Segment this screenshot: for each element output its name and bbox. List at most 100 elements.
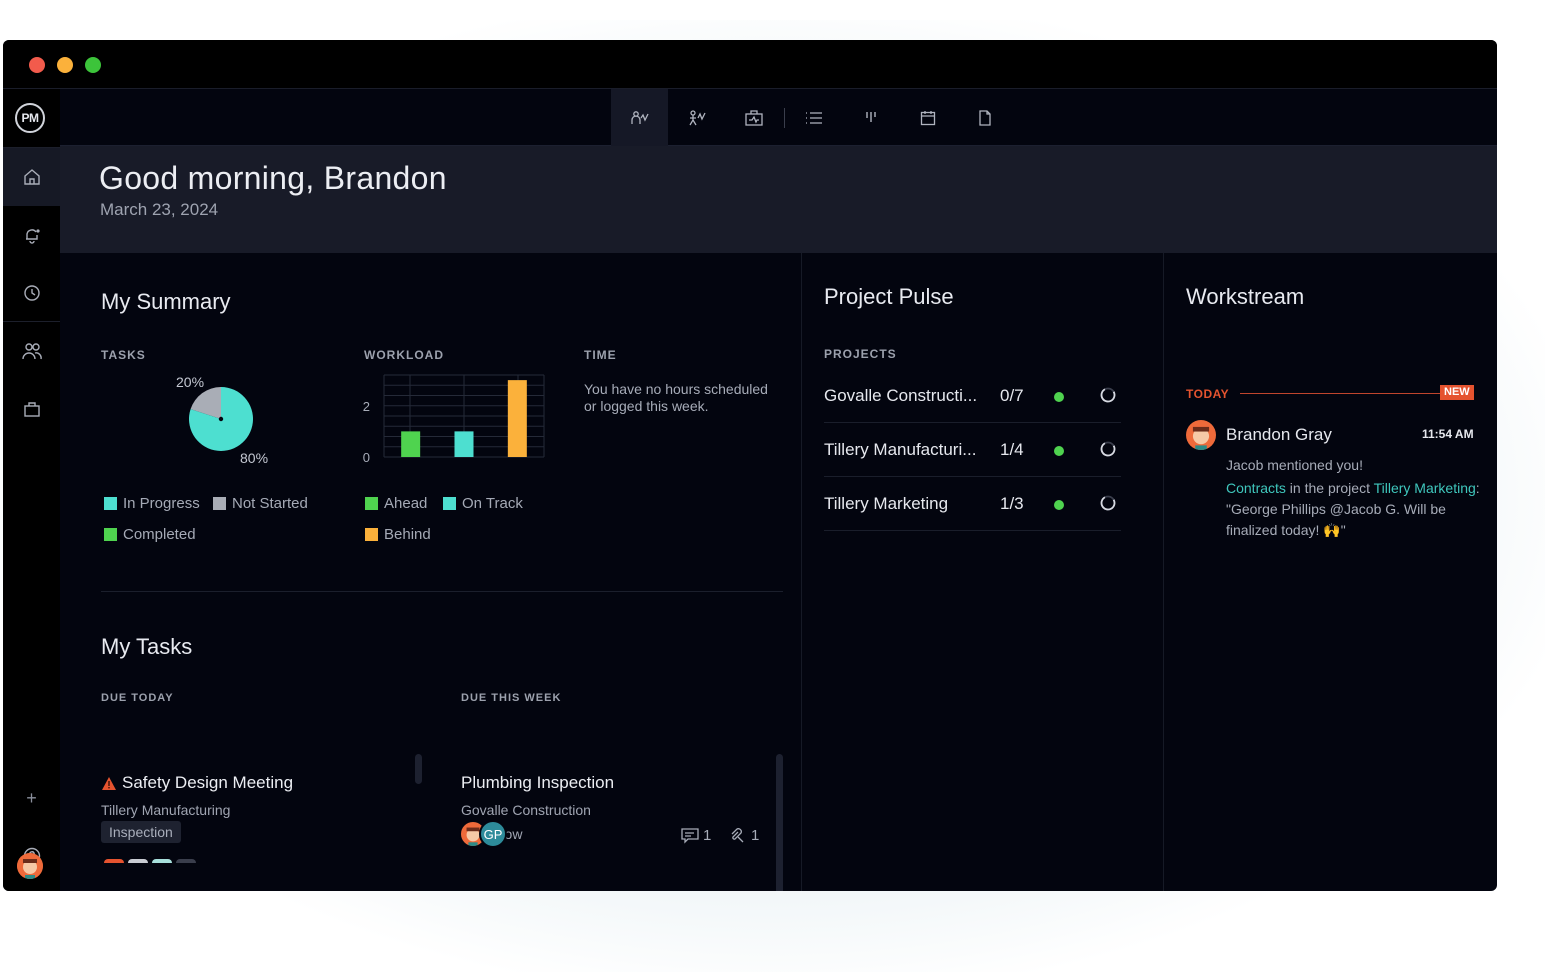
profile-avatar[interactable]	[17, 853, 43, 879]
time-label: TIME	[584, 348, 617, 362]
comment-count[interactable]: 1	[681, 827, 711, 844]
legend-in-progress: In Progress	[104, 495, 200, 512]
sidebar-item-time[interactable]	[3, 264, 60, 322]
project-status-dot	[1054, 446, 1064, 456]
project-link[interactable]: Tillery Marketing	[1374, 480, 1476, 496]
avatar-initials[interactable]: GP	[479, 820, 507, 848]
my-work-icon	[630, 110, 649, 124]
due-today-label: DUE TODAY	[101, 692, 174, 704]
legend-label: Not Started	[232, 495, 308, 512]
page-header: Good morning, Brandon March 23, 2024	[60, 146, 1497, 253]
toolbar-list-view[interactable]	[785, 89, 842, 146]
project-row[interactable]: Tillery Manufacturi... 1/4	[824, 423, 1121, 477]
toolbar-calendar[interactable]	[899, 89, 956, 146]
project-row[interactable]: Govalle Constructi... 0/7	[824, 369, 1121, 423]
attachment-count[interactable]: 1	[729, 827, 759, 844]
legend-completed: Completed	[104, 526, 196, 543]
author-name[interactable]: Brandon Gray	[1226, 425, 1332, 445]
close-window-button[interactable]	[29, 57, 45, 73]
task-tag[interactable]: Inspection	[101, 821, 181, 843]
today-label: TODAY	[1186, 387, 1230, 401]
sidebar-item-portfolio[interactable]	[3, 380, 60, 438]
workstream-title: Workstream	[1186, 284, 1305, 309]
task-plumbing-inspection[interactable]: Plumbing Inspection	[461, 773, 614, 793]
portfolio-dashboard-icon	[744, 109, 763, 126]
legend-label: Completed	[123, 526, 196, 543]
project-status-dot	[1054, 500, 1064, 510]
attachment-count-value: 1	[751, 827, 760, 844]
projects-label: PROJECTS	[824, 347, 897, 361]
entry-headline: Jacob mentioned you!	[1226, 457, 1363, 473]
minimize-window-button[interactable]	[57, 57, 73, 73]
view-toolbar	[60, 88, 1497, 146]
workload-bar-chart: 02	[363, 374, 545, 465]
legend-label: Ahead	[384, 495, 428, 512]
y-tick-label: 2	[363, 399, 370, 414]
bell-icon	[25, 229, 40, 244]
workload-label: WORKLOAD	[364, 348, 444, 362]
toolbar-document[interactable]	[956, 89, 1013, 146]
assignee-avatars-partial	[104, 859, 196, 863]
due-week-scrollbar[interactable]	[776, 754, 783, 891]
project-progress-ring	[1100, 441, 1116, 457]
y-tick-label: 0	[363, 450, 370, 465]
app-window: PM + Good morning, Brandon March 23, 202…	[3, 40, 1497, 891]
comment-icon	[681, 827, 699, 844]
sidebar-item-home[interactable]	[3, 148, 60, 206]
tasks-pie-chart	[189, 387, 253, 451]
pie-label-not-started: 20%	[176, 374, 205, 390]
greeting-title: Good morning, Brandon	[99, 160, 447, 196]
legend-on-track: On Track	[443, 495, 523, 512]
maximize-window-button[interactable]	[85, 57, 101, 73]
project-progress-ring	[1100, 495, 1116, 511]
toolbar-my-work[interactable]	[611, 89, 668, 146]
task-assignees: GP	[459, 820, 507, 848]
task-safety-design-meeting[interactable]: Safety Design Meeting	[101, 773, 293, 793]
sidebar-item-team[interactable]	[3, 322, 60, 380]
list-view-icon	[805, 111, 822, 124]
legend-swatch	[365, 528, 378, 541]
tasks-label: TASKS	[101, 348, 146, 362]
legend-label: Behind	[384, 526, 431, 543]
project-task-count: 0/7	[1000, 386, 1024, 405]
legend-ahead: Ahead	[365, 495, 427, 512]
today-divider	[1240, 393, 1440, 394]
pie-label-in-progress: 80%	[240, 450, 269, 466]
board-view-icon	[865, 111, 876, 122]
sidebar-item-notifications[interactable]	[3, 206, 60, 264]
plus-icon: +	[26, 787, 37, 808]
legend-behind: Behind	[365, 526, 431, 543]
title-bar	[3, 40, 1497, 88]
legend-swatch	[104, 497, 117, 510]
project-pulse-panel: Project Pulse PROJECTS Govalle Construct…	[801, 253, 1163, 891]
legend-swatch	[443, 497, 456, 510]
due-today-scrollbar[interactable]	[415, 754, 422, 784]
avatar	[176, 859, 196, 863]
project-name: Tillery Marketing	[824, 494, 949, 513]
toolbar-board-view[interactable]	[842, 89, 899, 146]
section-divider	[101, 591, 783, 592]
my-summary-panel: My Summary TASKS 20% 80% In Progress Not…	[60, 253, 801, 891]
project-status-dot	[1054, 392, 1064, 402]
task-title: Safety Design Meeting	[122, 773, 294, 792]
project-name: Govalle Constructi...	[824, 386, 978, 405]
toolbar-team-work[interactable]	[668, 89, 725, 146]
new-badge: NEW	[1440, 385, 1474, 400]
legend-label: On Track	[462, 495, 523, 512]
add-button[interactable]: +	[3, 769, 60, 827]
avatar	[152, 859, 172, 863]
task-link[interactable]: Contracts	[1226, 480, 1286, 496]
pulse-title: Project Pulse	[824, 284, 954, 309]
author-avatar[interactable]	[1186, 420, 1216, 450]
clock-icon	[23, 285, 40, 301]
paperclip-icon	[731, 827, 744, 842]
home-icon	[23, 169, 40, 185]
toolbar-portfolio-dashboard[interactable]	[725, 89, 782, 146]
workstream-panel: Workstream TODAY NEW Brandon Gray 11:54 …	[1163, 253, 1497, 891]
legend-swatch	[213, 497, 226, 510]
pm-logo[interactable]: PM	[15, 103, 45, 133]
calendar-icon	[920, 110, 935, 125]
project-row[interactable]: Tillery Marketing 1/3	[824, 477, 1121, 531]
avatar	[128, 859, 148, 863]
task-project: Govalle Construction	[461, 802, 591, 818]
